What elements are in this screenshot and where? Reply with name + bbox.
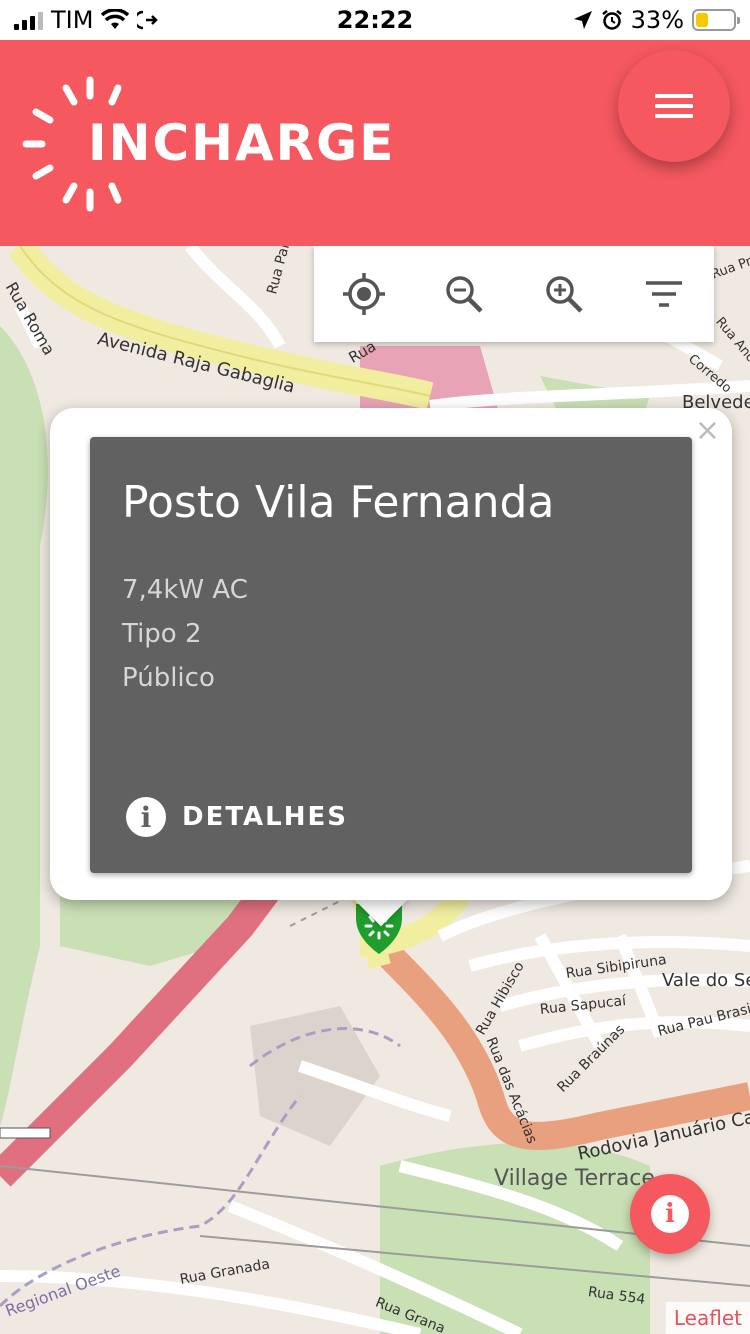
alarm-icon [601, 10, 622, 30]
station-power: 7,4kW AC [122, 575, 248, 605]
filter-icon [646, 281, 682, 307]
hamburger-line [655, 114, 693, 118]
filter-button[interactable] [634, 264, 694, 324]
station-access: Público [122, 663, 215, 693]
station-card: Posto Vila Fernanda 7,4kW AC Tipo 2 Públ… [90, 437, 692, 873]
details-button[interactable]: i DETALHES [126, 797, 348, 837]
locate-button[interactable] [334, 264, 394, 324]
zoom-out-button[interactable] [434, 264, 494, 324]
map-toolbar [314, 246, 714, 342]
info-icon: i [651, 1195, 689, 1233]
zoom-out-icon [446, 276, 483, 313]
battery-icon [692, 9, 740, 31]
station-connector: Tipo 2 [122, 619, 202, 649]
map-label: Village Terrace [494, 1166, 655, 1191]
info-button[interactable]: i [630, 1174, 710, 1254]
sunburst-right-icon [108, 84, 122, 204]
status-bar-left: TIM [14, 6, 159, 34]
call-forward-icon [137, 10, 159, 30]
station-name: Posto Vila Fernanda [122, 477, 555, 528]
map-label: Vale do Se [662, 970, 750, 991]
zoom-in-icon [546, 276, 583, 313]
app-header: INCHARGE [0, 40, 750, 246]
station-popup: × Posto Vila Fernanda 7,4kW AC Tipo 2 Pú… [50, 408, 732, 900]
popup-close-button[interactable]: × [695, 416, 720, 446]
crosshair-icon [343, 273, 385, 315]
battery-level [696, 13, 708, 27]
battery-percent: 33% [630, 6, 684, 34]
menu-button[interactable] [618, 50, 730, 162]
wifi-icon [101, 9, 130, 29]
details-label: DETALHES [182, 802, 348, 832]
incharge-logo: INCHARGE [22, 76, 393, 216]
status-bar-right: 33% [573, 6, 740, 34]
zoom-in-button[interactable] [534, 264, 594, 324]
hamburger-menu-icon [655, 94, 693, 98]
leaflet-attribution-link[interactable]: Leaflet [665, 1302, 750, 1334]
info-icon: i [126, 797, 166, 837]
hamburger-line [655, 104, 693, 108]
carrier-label: TIM [51, 6, 94, 34]
signal-icon [14, 10, 43, 30]
location-arrow-icon [573, 11, 592, 29]
status-bar: TIM 22:22 33% [0, 0, 750, 40]
